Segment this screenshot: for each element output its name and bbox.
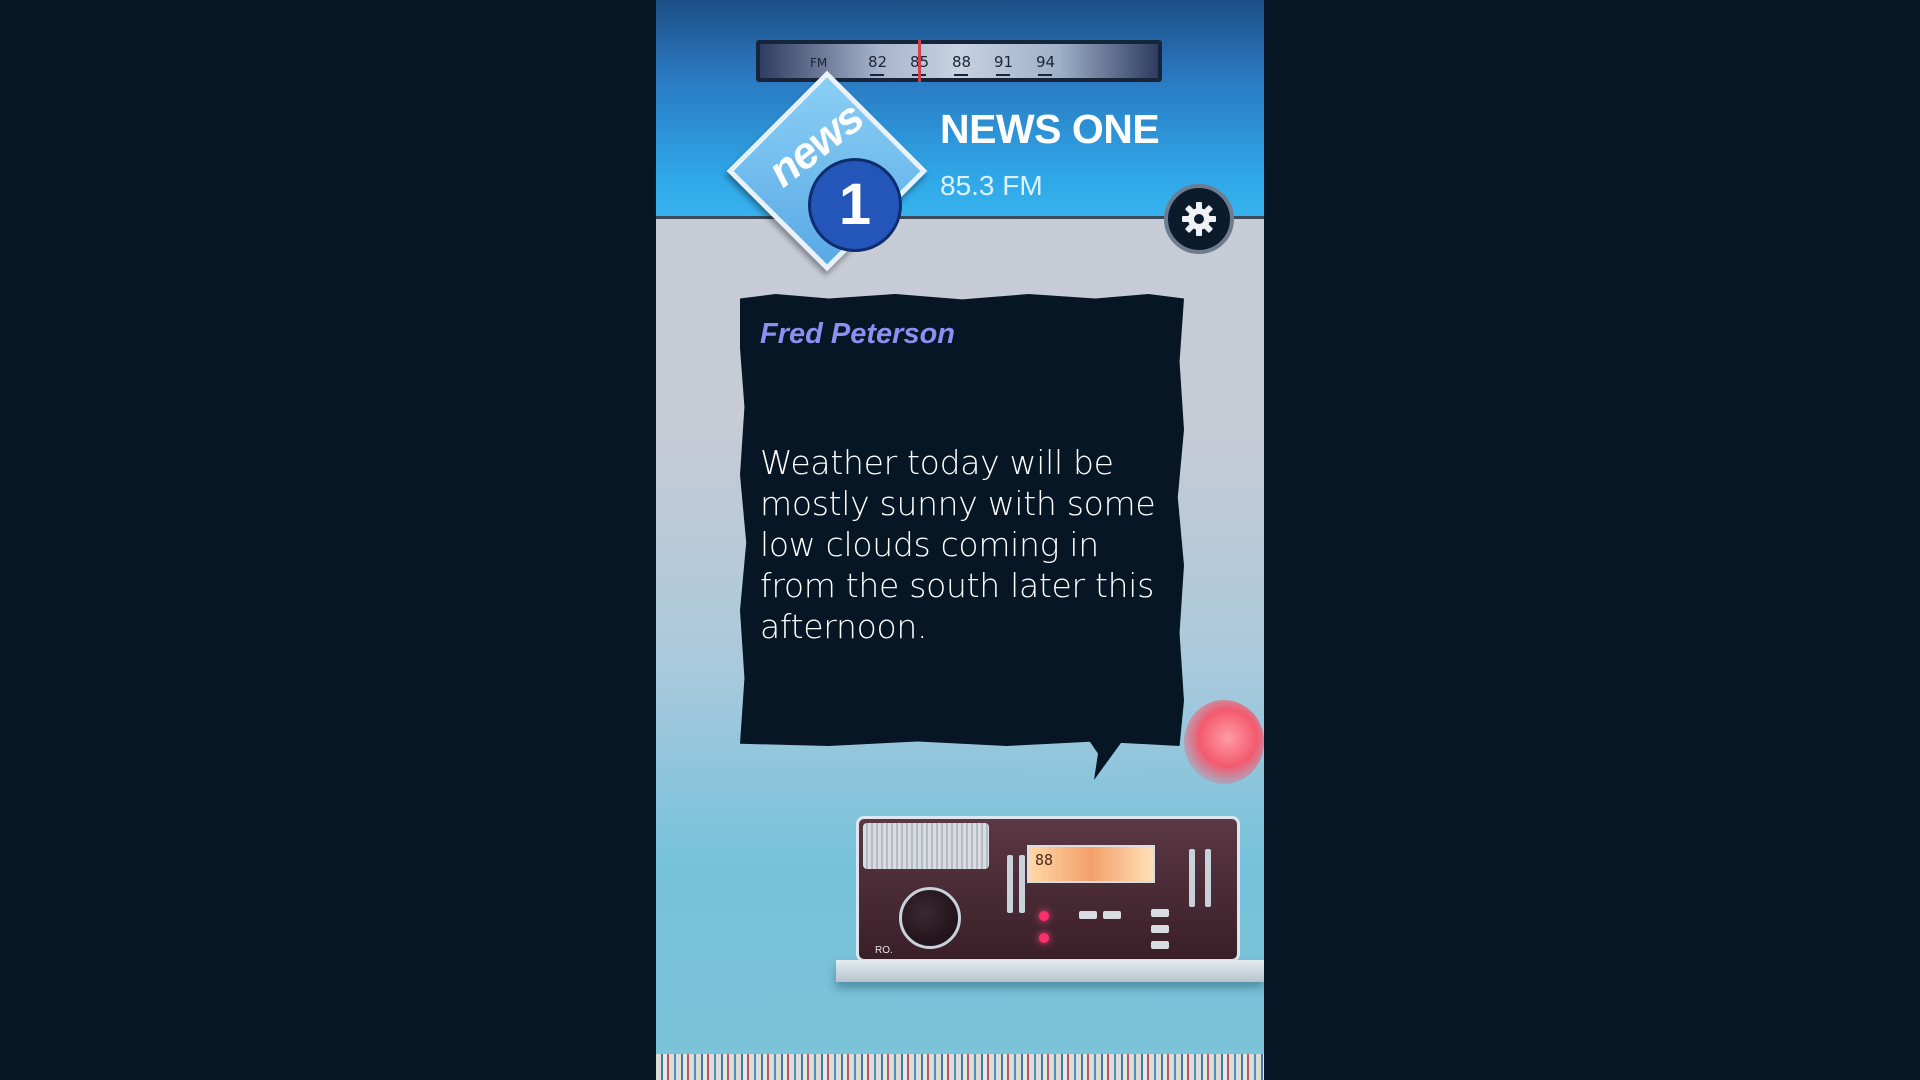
tuner-mark: 91	[994, 53, 1014, 71]
radio-speaker-grille	[863, 823, 989, 869]
radio-volume-knob	[899, 887, 961, 949]
frequency-tuner[interactable]: FM 82 85 88 91 94	[756, 40, 1162, 82]
tuner-mark: 94	[1036, 53, 1056, 71]
dialogue-bubble-tail	[1086, 736, 1126, 780]
tuner-tick	[1038, 74, 1052, 76]
tuner-needle[interactable]	[918, 40, 921, 82]
radio-slider	[1205, 849, 1211, 907]
flower-decoration	[1184, 700, 1264, 784]
game-screen: FM 82 85 88 91 94 news 1 NEWS ONE 85.3 F…	[656, 0, 1264, 1080]
dialogue-text: Weather today will be mostly sunny with …	[760, 443, 1156, 646]
tuner-tick	[996, 74, 1010, 76]
radio-device: 88 RO.	[856, 816, 1240, 962]
radio-brand-label: RO.	[875, 945, 893, 956]
tuner-tick	[954, 74, 968, 76]
tuner-mark: 88	[952, 53, 972, 71]
decorative-carpet-strip	[656, 1054, 1264, 1080]
radio-slider	[1189, 849, 1195, 907]
speaker-name: Fred Peterson	[760, 318, 955, 350]
radio-slider	[1007, 855, 1013, 913]
radio-button	[1151, 941, 1169, 949]
radio-button	[1151, 925, 1169, 933]
station-header: FM 82 85 88 91 94 news 1 NEWS ONE 85.3 F…	[656, 0, 1264, 272]
gear-icon	[1182, 202, 1216, 236]
tuner-mark: 82	[868, 53, 888, 71]
station-frequency: 85.3 FM	[940, 170, 1043, 201]
dialogue-bubble[interactable]: Fred Peterson Weather today will be most…	[740, 294, 1184, 746]
settings-button[interactable]	[1164, 184, 1234, 254]
tuner-band-label: FM	[810, 56, 828, 70]
radio-led	[1039, 911, 1049, 921]
radio-display: 88	[1027, 845, 1155, 883]
station-name: NEWS ONE	[940, 106, 1160, 152]
radio-button	[1079, 911, 1097, 919]
wall-shelf	[836, 960, 1264, 982]
radio-button	[1151, 909, 1169, 917]
radio-led	[1039, 933, 1049, 943]
radio-button	[1103, 911, 1121, 919]
station-logo-number: 1	[808, 158, 902, 252]
radio-slider	[1019, 855, 1025, 913]
tuner-tick	[870, 74, 884, 76]
